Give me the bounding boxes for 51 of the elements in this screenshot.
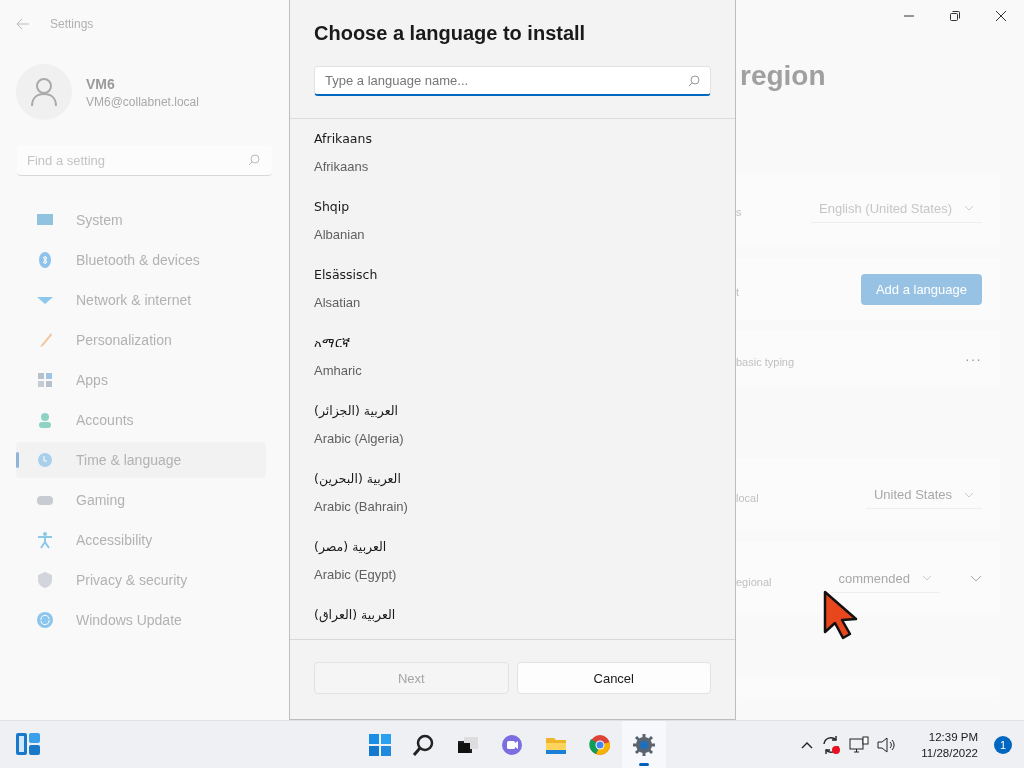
network-icon[interactable]	[849, 735, 870, 754]
search-icon	[688, 74, 700, 87]
user-name: VM6	[86, 75, 116, 92]
dropdown[interactable]: United States	[865, 481, 982, 509]
restore-icon[interactable]	[950, 11, 960, 21]
volume-icon[interactable]	[877, 736, 898, 753]
language-native-name[interactable]: العربية (مصر)	[314, 539, 711, 565]
close-icon[interactable]	[996, 11, 1006, 21]
chevron-down-icon	[922, 575, 932, 581]
chevron-down-icon	[964, 491, 974, 498]
language-native-name[interactable]: አማርኛ	[314, 335, 711, 361]
nav-icon	[36, 571, 54, 589]
settings-icon[interactable]	[622, 721, 666, 768]
language-search-field[interactable]: Type a language name...	[314, 66, 711, 96]
setting-label: egional	[736, 574, 772, 588]
language-english-name[interactable]: Arabic (Algeria)	[314, 431, 711, 446]
user-email: VM6@collabnet.local	[86, 94, 199, 109]
notification-badge[interactable]: 1	[994, 735, 1012, 754]
chevron-down-icon	[964, 205, 974, 211]
sync-icon[interactable]	[821, 734, 842, 755]
language-english-name[interactable]: Alsatian	[314, 295, 711, 310]
language-english-name[interactable]: Arabic (Egypt)	[314, 567, 711, 582]
page-title: region	[740, 60, 827, 92]
dialog-title: Choose a language to install	[314, 22, 587, 46]
language-native-name[interactable]: Elsässisch	[314, 267, 711, 293]
language-english-name[interactable]: Amharic	[314, 363, 711, 378]
nav-icon	[36, 371, 54, 389]
cancel-button[interactable]: Cancel	[516, 662, 711, 694]
nav-icon	[36, 451, 54, 469]
language-native-name[interactable]: Afrikaans	[314, 131, 711, 157]
mouse-pointer-icon	[823, 590, 859, 640]
language-native-name[interactable]: العربية (العراق)	[314, 607, 711, 633]
setting-label: basic typing	[736, 355, 795, 368]
chevron-up-icon[interactable]	[801, 740, 814, 749]
nav-icon	[36, 411, 54, 429]
language-native-name[interactable]: العربية (البحرين)	[314, 471, 711, 497]
widgets-icon[interactable]	[15, 732, 41, 756]
language-english-name[interactable]: Albanian	[314, 227, 711, 242]
clock[interactable]: 12:39 PM 11/28/2022	[921, 728, 978, 761]
nav-icon	[36, 251, 54, 269]
language-english-name[interactable]: Afrikaans	[314, 159, 711, 174]
language-native-name[interactable]: Shqip	[314, 199, 711, 225]
window-title: Settings	[50, 17, 94, 31]
search-icon	[248, 154, 260, 166]
more-options-button[interactable]: ···	[965, 351, 982, 367]
setting-label: t	[736, 285, 740, 298]
language-native-name[interactable]: العربية (الجزائر)	[314, 403, 711, 429]
nav-icon	[36, 531, 54, 549]
language-english-name[interactable]: Arabic (Bahrain)	[314, 499, 711, 514]
setting-label: local	[736, 491, 759, 504]
nav-icon	[36, 611, 54, 629]
